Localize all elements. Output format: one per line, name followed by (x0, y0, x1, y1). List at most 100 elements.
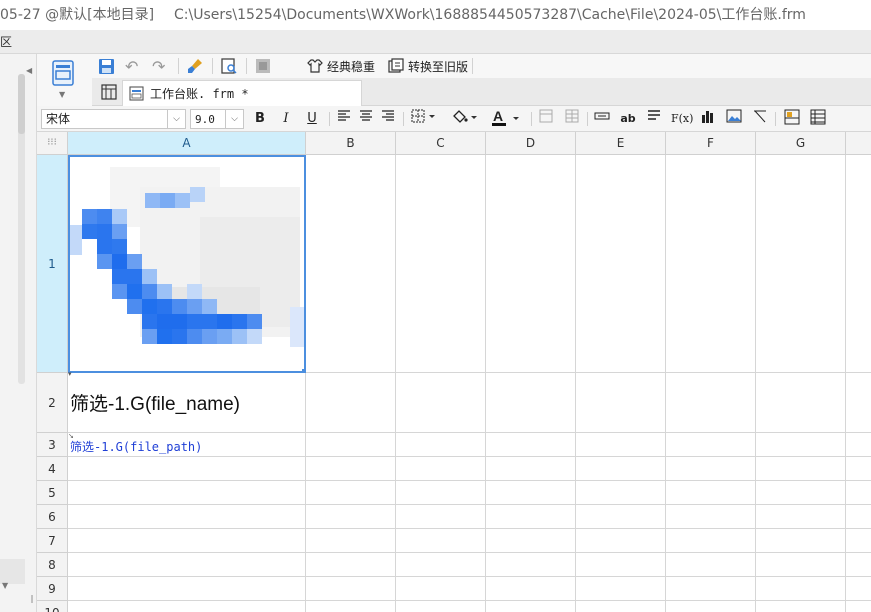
toolbar-separator (472, 58, 473, 74)
insert-multiline-button[interactable] (645, 109, 663, 129)
window-title: 05-27 @默认[本地目录] (0, 7, 155, 23)
underline-button[interactable]: U (303, 109, 321, 129)
font-color-button[interactable]: A (489, 108, 525, 129)
font-family-value: 宋体 (46, 112, 71, 126)
font-color-icon: A (492, 108, 519, 126)
border-button[interactable] (409, 109, 439, 129)
row-header-1[interactable]: 1 (37, 155, 68, 373)
undo-button[interactable]: ↶ (125, 56, 138, 76)
align-left-icon (338, 110, 350, 121)
grid-layout-icon[interactable] (101, 84, 117, 100)
toolbar-separator (531, 112, 532, 126)
row-header-5[interactable]: 5 (37, 481, 68, 505)
column-header-b[interactable]: B (306, 132, 396, 155)
bold-button[interactable]: B (251, 109, 269, 129)
report-file-icon (129, 86, 144, 101)
row-header-9[interactable]: 9 (37, 577, 68, 601)
save-button[interactable] (98, 56, 115, 76)
toolbar-separator (587, 112, 588, 126)
convert-old-version-label: 转换至旧版 (408, 59, 469, 74)
insert-formula-button[interactable]: F(x) (671, 109, 693, 129)
unmerge-cells-button[interactable] (563, 109, 581, 129)
toolbar-separator (212, 58, 213, 74)
format-toolbar: 宋体 ⌵ 9.0 ⌵ B I U A ab F(x) (37, 106, 871, 132)
cell-attribute-button[interactable] (783, 109, 801, 129)
chevron-down-icon[interactable]: ⌵ (167, 110, 185, 128)
select-all-corner[interactable]: ⁝⁝⁝ (37, 132, 68, 155)
convert-old-version-button[interactable]: 转换至旧版 (388, 56, 468, 76)
grid-line (68, 528, 871, 529)
splitter-grip-icon[interactable]: ‖ (30, 594, 34, 603)
row-header-3[interactable]: 3 (37, 433, 68, 457)
grid-line (68, 600, 871, 601)
insert-image-button[interactable] (725, 109, 743, 129)
column-header-e[interactable]: E (576, 132, 666, 155)
row-header-8[interactable]: 8 (37, 553, 68, 577)
column-header-a[interactable]: A (68, 132, 306, 155)
toolbar-separator (775, 112, 776, 126)
redo-icon: ↷ (152, 56, 166, 76)
left-side-panel: ◀ ▼ ‖ (0, 54, 37, 612)
row-header-7[interactable]: 7 (37, 529, 68, 553)
align-left-button[interactable] (335, 109, 353, 129)
main-toolbar: ↶ ↷ 经典稳重 转换至旧版 (92, 54, 871, 78)
image-icon (726, 109, 742, 123)
chevron-down-icon[interactable]: ▼ (59, 90, 65, 99)
sheet-attribute-button[interactable] (809, 109, 827, 129)
menu-bar: 区 (0, 30, 871, 54)
fill-handle[interactable] (302, 369, 304, 371)
merge-cells-button[interactable] (537, 109, 555, 129)
row-header-2[interactable]: 2 (37, 373, 68, 433)
paint-bucket-icon (453, 110, 477, 123)
insert-slash-button[interactable] (751, 109, 769, 129)
fill-color-button[interactable] (449, 109, 481, 129)
font-size-select[interactable]: 9.0 ⌵ (190, 109, 244, 129)
format-painter-button[interactable] (186, 56, 204, 76)
row-header-10[interactable]: 10 (37, 601, 68, 612)
toolbar-separator (329, 112, 330, 126)
italic-button[interactable]: I (277, 109, 295, 129)
tab-label: 工作台账. frm * (150, 87, 249, 101)
tab-workbook[interactable]: 工作台账. frm * (122, 80, 362, 106)
menu-item-partial[interactable]: 区 (0, 33, 12, 50)
spreadsheet-grid[interactable]: ⁝⁝⁝ A B C D E F G 1 2 3 4 5 6 7 8 9 10 (37, 132, 871, 612)
grid-line (68, 504, 871, 505)
slash-cell-icon (754, 110, 766, 123)
row-header-4[interactable]: 4 (37, 457, 68, 481)
cell-a1-image[interactable] (68, 155, 306, 373)
grid-line (68, 456, 871, 457)
toolbar-separator (246, 58, 247, 74)
preview-icon (221, 58, 237, 74)
grid-line (665, 155, 666, 612)
svg-text:A: A (493, 109, 503, 124)
column-header-f[interactable]: F (666, 132, 756, 155)
template-icon[interactable] (52, 60, 74, 86)
collapse-left-icon[interactable]: ◀ (26, 66, 32, 75)
preview-button[interactable] (220, 56, 238, 76)
file-path: C:\Users\15254\Documents\WXWork\16888544… (174, 7, 806, 23)
cell-a3-file-path[interactable]: 筛选-1.G(file_path) (70, 438, 202, 455)
chevron-down-icon[interactable]: ⌵ (225, 110, 243, 128)
align-center-button[interactable] (357, 109, 375, 129)
disabled-tool-button[interactable] (255, 56, 271, 76)
insert-text-box-button[interactable] (593, 109, 611, 129)
column-header-extra[interactable] (846, 132, 871, 155)
font-family-select[interactable]: 宋体 ⌵ (41, 109, 186, 129)
column-header-c[interactable]: C (396, 132, 486, 155)
classic-theme-label: 经典稳重 (327, 59, 376, 74)
toolbar-separator (178, 58, 179, 74)
grid-line (68, 480, 871, 481)
classic-theme-button[interactable]: 经典稳重 (307, 56, 375, 76)
column-header-g[interactable]: G (756, 132, 846, 155)
column-header-d[interactable]: D (486, 132, 576, 155)
row-header-6[interactable]: 6 (37, 505, 68, 529)
insert-chart-button[interactable] (699, 109, 717, 129)
align-right-button[interactable] (379, 109, 397, 129)
chevron-down-icon[interactable]: ▼ (2, 581, 8, 590)
cell-marker-icon: ▾ (68, 370, 72, 378)
undo-icon: ↶ (125, 56, 139, 76)
redo-button[interactable]: ↷ (152, 56, 165, 76)
cell-a2-file-name[interactable]: 筛选-1.G(file_name) (70, 389, 240, 416)
insert-text-button[interactable]: ab (619, 109, 637, 129)
left-panel-scroll-thumb[interactable] (18, 74, 25, 134)
